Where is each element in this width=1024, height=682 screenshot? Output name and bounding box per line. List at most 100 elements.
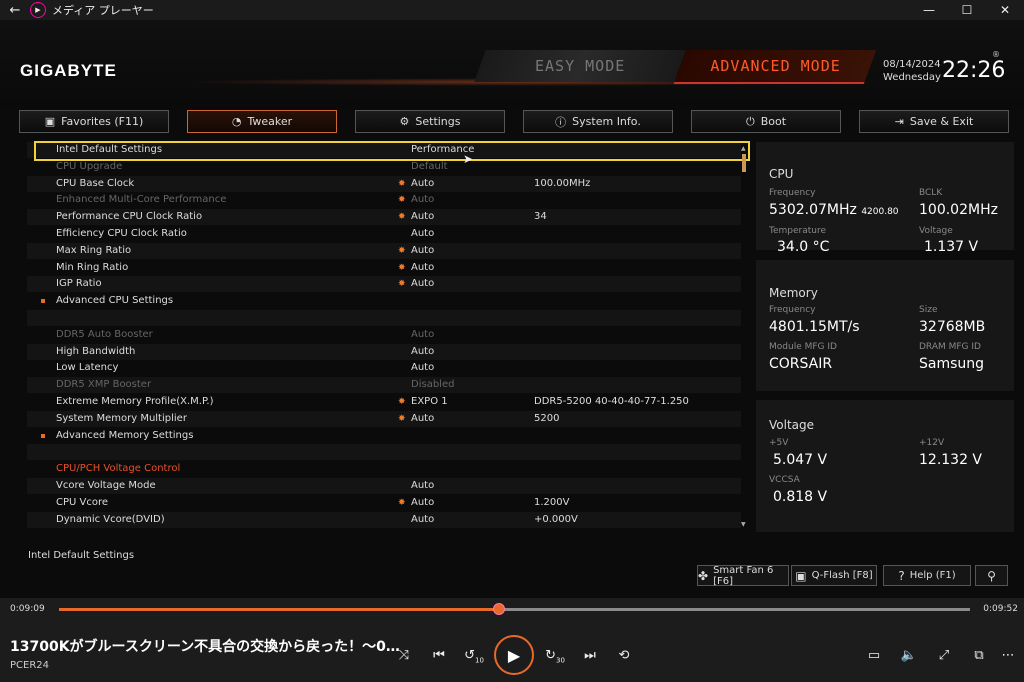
- setting-label: System Memory Multiplier: [56, 412, 187, 424]
- cpu-freq-number: 5302.07MHz: [769, 202, 857, 218]
- close-icon[interactable]: ✕: [986, 0, 1024, 20]
- setting-row[interactable]: Advanced CPU Settings: [27, 293, 741, 309]
- setting-row: DDR5 Auto Booster Auto: [27, 327, 741, 343]
- setting-row[interactable]: System Memory Multiplier ✸ Auto 5200: [27, 410, 741, 427]
- setting-row: Enhanced Multi-Core Performance ✸ Auto: [27, 192, 741, 208]
- tab-save-exit[interactable]: ⇥ Save & Exit: [859, 110, 1009, 133]
- tab-label: Save & Exit: [909, 115, 974, 128]
- next-icon[interactable]: ⏭: [578, 646, 602, 666]
- setting-row: CPU/PCH Voltage Control: [27, 461, 741, 477]
- previous-icon[interactable]: ⏮: [427, 646, 451, 666]
- tab-label: Favorites (F11): [61, 115, 144, 128]
- setting-value: Auto: [411, 328, 435, 340]
- play-icon: ▶: [507, 645, 521, 665]
- window-controls: — ☐ ✕: [910, 0, 1024, 20]
- easy-mode-label: EASY MODE: [534, 57, 626, 75]
- setting-label: Min Ring Ratio: [56, 261, 129, 273]
- cpu-volt-label: Voltage: [919, 226, 953, 236]
- back-arrow-icon[interactable]: ←: [0, 3, 30, 18]
- video-title[interactable]: 13700Kがブルースクリーン不具合の交換から戻った！〜0…: [10, 636, 400, 656]
- setting-current-value: 5200: [534, 412, 560, 424]
- tab-tweaker[interactable]: ◔ Tweaker: [187, 110, 337, 133]
- gigabyte-logo: GIGABYTE: [20, 61, 117, 80]
- tab-boot[interactable]: ⏻ Boot: [691, 110, 841, 133]
- seek-bar[interactable]: [59, 603, 970, 615]
- skip-forward-30-icon[interactable]: ↻30: [543, 646, 567, 666]
- mouse-cursor-icon: ➤: [463, 152, 474, 166]
- scrollbar-thumb[interactable]: [742, 154, 746, 172]
- tab-icon: ▣: [44, 115, 56, 128]
- button-label: Smart Fan 6 [F6]: [713, 564, 774, 587]
- button-label: Q-Flash [F8]: [811, 570, 873, 581]
- setting-value: Auto: [411, 278, 435, 290]
- setting-row[interactable]: Performance CPU Clock Ratio ✸ Auto 34: [27, 209, 741, 226]
- memory-monitor-box: Memory Frequency 4801.15MT/s Size 32768M…: [756, 260, 1014, 391]
- setting-row[interactable]: Extreme Memory Profile(X.M.P.) ✸ EXPO 1 DDR…: [27, 394, 741, 410]
- minimize-icon[interactable]: —: [910, 0, 948, 20]
- shuffle-icon[interactable]: ⤨: [392, 646, 416, 666]
- mem-freq-label: Frequency: [769, 305, 816, 315]
- setting-value: Disabled: [411, 379, 455, 391]
- channel-name[interactable]: PCER24: [10, 660, 49, 671]
- setting-label: Advanced Memory Settings: [56, 429, 194, 441]
- scroll-up-icon[interactable]: ▲: [741, 145, 746, 152]
- selected-row-highlight: [34, 141, 750, 161]
- button-q-flash-f8[interactable]: ▣ Q-Flash [F8]: [791, 565, 877, 586]
- search-button[interactable]: ⚲: [975, 565, 1008, 586]
- registered-mark: ®: [992, 50, 1000, 59]
- maximize-icon[interactable]: ☐: [948, 0, 986, 20]
- tab-icon: ⏻: [745, 114, 755, 128]
- button-label: Help (F1): [909, 570, 956, 581]
- tab-icon: ◔: [231, 115, 242, 128]
- setting-row[interactable]: Vcore Voltage Mode Auto: [27, 478, 741, 494]
- setting-value: Auto: [411, 513, 435, 525]
- star-icon: ✸: [398, 212, 406, 223]
- setting-value: Auto: [411, 244, 435, 256]
- star-icon: ✸: [398, 497, 406, 508]
- setting-row[interactable]: CPU Vcore ✸ Auto 1.200V: [27, 495, 741, 511]
- setting-row[interactable]: High Bandwidth Auto: [27, 343, 741, 360]
- play-button[interactable]: ▶: [494, 635, 534, 675]
- tab-favorites-f11[interactable]: ▣ Favorites (F11): [19, 110, 169, 133]
- setting-label: Efficiency CPU Clock Ratio: [56, 228, 187, 239]
- star-icon: ✸: [398, 178, 406, 189]
- setting-label: Low Latency: [56, 362, 119, 374]
- star-icon: ✸: [398, 413, 406, 424]
- button-help-f1[interactable]: ? Help (F1): [883, 565, 971, 586]
- setting-row[interactable]: Efficiency CPU Clock Ratio Auto: [27, 226, 741, 242]
- repeat-icon[interactable]: ⟲: [612, 646, 636, 666]
- easy-mode-tab[interactable]: EASY MODE: [474, 50, 686, 82]
- setting-row[interactable]: Advanced Memory Settings: [27, 428, 741, 444]
- setting-row[interactable]: Dynamic Vcore(DVID) Auto +0.000V: [27, 511, 741, 528]
- setting-label: CPU/PCH Voltage Control: [56, 463, 181, 475]
- tab-settings[interactable]: ⚙ Settings: [355, 110, 505, 133]
- advanced-mode-tab[interactable]: ADVANCED MODE: [673, 50, 877, 84]
- skip-back-number: 10: [474, 656, 484, 665]
- setting-row[interactable]: Max Ring Ratio ✸ Auto: [27, 242, 741, 259]
- setting-row[interactable]: IGP Ratio ✸ Auto: [27, 276, 741, 293]
- seek-knob[interactable]: [493, 603, 505, 615]
- button-smart-fan-6-f6[interactable]: ✤ Smart Fan 6 [F6]: [697, 564, 789, 587]
- v12-value: 12.132 V: [919, 452, 983, 468]
- setting-row: CPU Upgrade Default: [27, 159, 741, 175]
- bios-video-frame: GIGABYTE EASY MODE ADVANCED MODE 08/14/2…: [0, 20, 1024, 598]
- miniplayer-icon[interactable]: ⧉: [967, 646, 991, 666]
- tab-system-info[interactable]: ⓘ System Info.: [523, 110, 673, 133]
- scroll-down-icon[interactable]: ▼: [741, 521, 746, 528]
- date-text: 08/14/2024: [883, 59, 941, 70]
- dram-mfg-label: DRAM MFG ID: [919, 342, 981, 352]
- star-icon: ✸: [398, 397, 406, 407]
- skip-back-10-icon[interactable]: ↺10: [462, 646, 486, 666]
- setting-row[interactable]: Low Latency Auto: [27, 360, 741, 376]
- setting-row: [27, 444, 741, 461]
- setting-row[interactable]: Min Ring Ratio ✸ Auto: [27, 260, 741, 276]
- setting-row[interactable]: CPU Base Clock ✸ Auto 100.00MHz: [27, 175, 741, 192]
- button-icon: ✤: [698, 568, 709, 583]
- tab-label: System Info.: [572, 115, 641, 128]
- volume-icon[interactable]: 🔈: [897, 646, 921, 666]
- setting-label: CPU Vcore: [56, 496, 109, 508]
- more-options-icon[interactable]: ⋯: [996, 646, 1020, 666]
- captions-icon[interactable]: ▭: [862, 646, 886, 666]
- fullscreen-icon[interactable]: ⤢: [932, 646, 956, 666]
- date-display: 08/14/2024 Wednesday: [883, 58, 941, 84]
